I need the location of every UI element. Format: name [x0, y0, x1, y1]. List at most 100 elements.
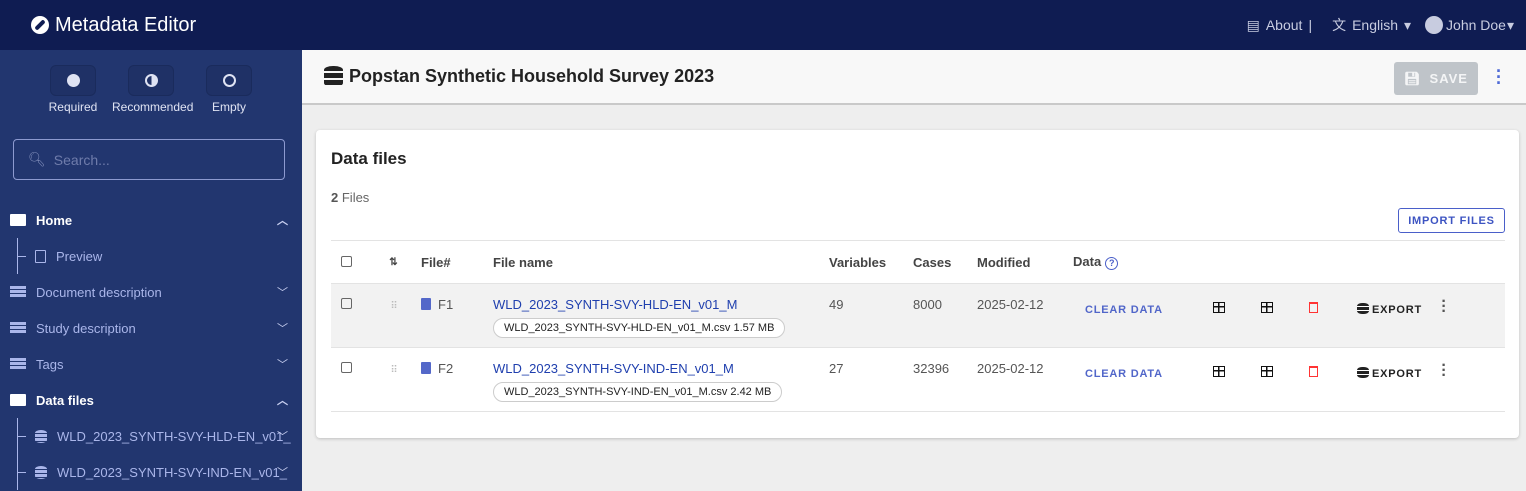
chevron-down-icon[interactable]: ﹀ — [277, 356, 288, 372]
file-name-link[interactable]: WLD_2023_SYNTH-SVY-IND-EN_v01_M — [493, 361, 829, 376]
sidebar-item-document-description[interactable]: Document description ﹀ — [0, 274, 302, 310]
caret-down-icon: ▾ — [1404, 16, 1412, 33]
row-checkbox[interactable] — [341, 298, 352, 309]
chevron-down-icon[interactable]: ﹀ — [277, 284, 288, 300]
row-checkbox[interactable] — [341, 362, 352, 373]
sidebar-item-datafile-hld[interactable]: WLD_2023_SYNTH-SVY-HLD-EN_v01_ ﹀ — [0, 418, 302, 454]
export-label: EXPORT — [1372, 368, 1423, 380]
language-selector[interactable]: English — [1352, 17, 1398, 33]
about-link[interactable]: About — [1266, 17, 1303, 33]
delete-icon[interactable] — [1309, 366, 1318, 377]
modified: 2025-02-12 — [977, 347, 1073, 412]
stack-icon — [10, 286, 26, 298]
save-button[interactable]: 💾︎ SAVE — [1394, 62, 1478, 95]
chevron-down-icon[interactable]: ﹀ — [277, 320, 288, 336]
sidebar-item-label: Preview — [56, 248, 103, 264]
file-count-value: 2 — [331, 190, 339, 205]
cases: 8000 — [913, 283, 977, 348]
project-toolbar: Popstan Synthetic Household Survey 2023 … — [302, 50, 1526, 105]
search-icon: 🔍︎ — [28, 151, 46, 167]
sort-icon[interactable]: ⇅ — [389, 257, 397, 268]
clear-data-button[interactable]: CLEAR DATA — [1085, 304, 1163, 316]
sidebar-item-label: Tags — [36, 356, 64, 372]
save-icon: 💾︎ — [1404, 70, 1422, 86]
table-row[interactable]: ⠿ F1 WLD_2023_SYNTH-SVY-HLD-EN_v01_M WLD_… — [331, 283, 1505, 348]
sidebar-item-datafile-ind[interactable]: WLD_2023_SYNTH-SVY-IND-EN_v01_ ﹀ — [0, 454, 302, 490]
file-count: 2 Files — [331, 190, 369, 205]
user-avatar-icon — [1425, 16, 1444, 34]
table-row[interactable]: ⠿ F2 WLD_2023_SYNTH-SVY-IND-EN_v01_M WLD_… — [331, 347, 1505, 412]
database-icon — [35, 429, 47, 443]
col-data: Data — [1073, 254, 1102, 269]
search-box: 🔍︎ — [13, 139, 285, 180]
translate-icon: 文 — [1332, 17, 1347, 33]
file-count-label: Files — [341, 190, 370, 205]
export-button[interactable]: EXPORT — [1357, 303, 1423, 316]
sidebar-item-label: Study description — [36, 320, 136, 336]
sidebar-item-label: Home — [36, 212, 73, 228]
sidebar-item-tags[interactable]: Tags ﹀ — [0, 346, 302, 382]
col-file-name: File name — [493, 240, 829, 284]
search-input[interactable] — [53, 151, 274, 168]
app-title: Metadata Editor — [55, 13, 197, 36]
drag-handle-icon[interactable]: ⠿ — [390, 365, 397, 376]
sidebar-item-data-files[interactable]: Data files ︿ — [0, 382, 302, 418]
database-icon — [35, 465, 47, 479]
file-chip: WLD_2023_SYNTH-SVY-HLD-EN_v01_M.csv 1.57… — [493, 318, 786, 338]
select-all-checkbox[interactable] — [341, 255, 352, 267]
table-icon[interactable] — [1213, 302, 1225, 313]
file-name-link[interactable]: WLD_2023_SYNTH-SVY-HLD-EN_v01_M — [493, 297, 829, 312]
table-icon[interactable] — [1213, 366, 1225, 377]
sidebar-item-label: Document description — [36, 284, 162, 300]
sidebar-item-home[interactable]: Home ︿ — [0, 202, 302, 238]
table-view-icon[interactable] — [1261, 302, 1273, 313]
data-files-table: ⇅ File# File name Variables Cases Modifi… — [331, 240, 1505, 412]
document-icon — [35, 249, 46, 263]
legend-empty[interactable]: Empty — [190, 65, 268, 114]
separator: | — [1308, 17, 1313, 33]
row-menu-icon[interactable]: · · · — [1439, 294, 1449, 320]
chevron-up-icon[interactable]: ︿ — [277, 392, 288, 408]
chevron-down-icon[interactable]: ﹀ — [277, 428, 288, 444]
project-title: Popstan Synthetic Household Survey 2023 — [349, 66, 715, 86]
row-menu-icon[interactable]: · · · — [1439, 358, 1449, 384]
folder-icon — [10, 214, 26, 226]
import-files-button[interactable]: IMPORT FILES — [1398, 208, 1505, 233]
export-label: EXPORT — [1372, 304, 1423, 316]
variables: 49 — [829, 283, 913, 348]
legend-recommended[interactable]: Recommended — [112, 65, 193, 114]
modified: 2025-02-12 — [977, 283, 1073, 348]
stack-icon — [10, 322, 26, 334]
sidebar-item-label: Data files — [36, 392, 94, 408]
legend-label: Required — [48, 100, 98, 114]
col-cases: Cases — [913, 240, 977, 284]
caret-down-icon: ▾ — [1506, 16, 1514, 33]
help-icon[interactable]: ? — [1105, 257, 1119, 270]
delete-icon[interactable] — [1309, 302, 1318, 313]
file-icon — [421, 362, 431, 374]
save-label: SAVE — [1429, 71, 1468, 86]
file-number: F2 — [438, 361, 454, 376]
empty-circle-icon — [222, 74, 236, 87]
sidebar-item-preview[interactable]: Preview — [0, 238, 302, 274]
more-options-icon[interactable]: · · · — [1496, 62, 1502, 92]
cases: 32396 — [913, 347, 977, 412]
col-variables: Variables — [829, 240, 913, 284]
stack-icon — [10, 358, 26, 370]
export-icon — [1357, 303, 1369, 314]
database-icon — [324, 66, 343, 87]
sidebar-item-label: WLD_2023_SYNTH-SVY-HLD-EN_v01_ — [57, 428, 291, 444]
export-button[interactable]: EXPORT — [1357, 367, 1423, 380]
legend-required[interactable]: Required — [34, 65, 112, 114]
table-view-icon[interactable] — [1261, 366, 1273, 377]
drag-handle-icon[interactable]: ⠿ — [390, 301, 397, 312]
file-number: F1 — [438, 297, 454, 312]
clear-data-button[interactable]: CLEAR DATA — [1085, 368, 1163, 380]
chevron-down-icon[interactable]: ﹀ — [277, 464, 288, 480]
app-brand[interactable]: Metadata Editor — [31, 14, 196, 37]
chevron-up-icon[interactable]: ︿ — [277, 212, 288, 228]
about-icon: ▤ — [1246, 16, 1260, 33]
sidebar-item-study-description[interactable]: Study description ﹀ — [0, 310, 302, 346]
compass-icon — [31, 16, 49, 34]
user-menu[interactable]: John Doe — [1446, 17, 1506, 33]
